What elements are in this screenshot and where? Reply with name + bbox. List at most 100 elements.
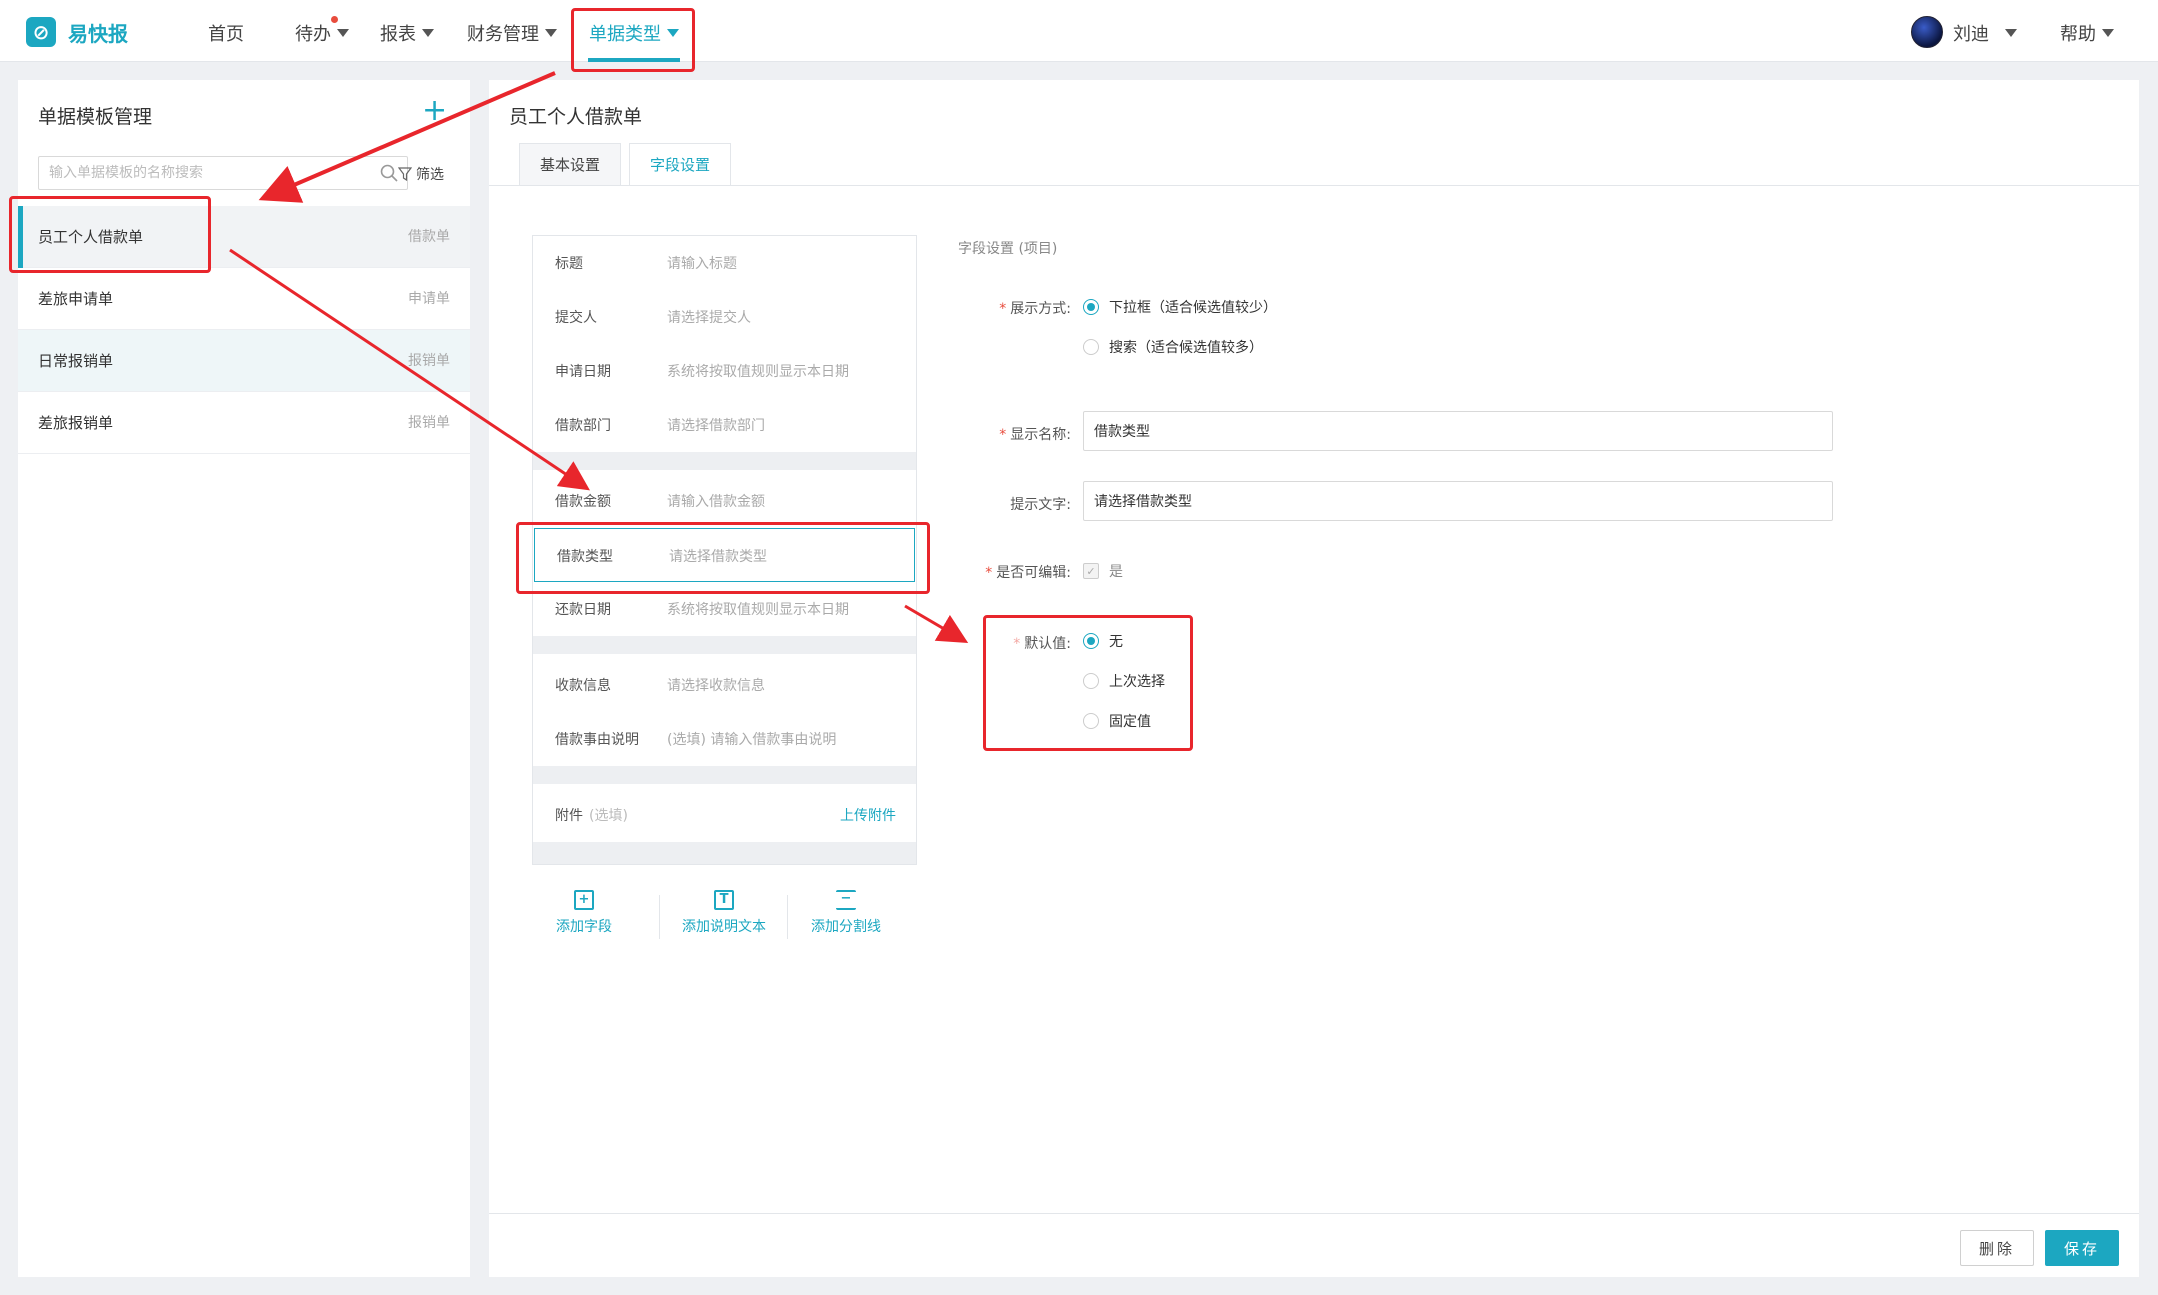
upload-attachment-link[interactable]: 上传附件 <box>840 805 896 825</box>
form-divider <box>533 452 916 470</box>
annotation-box-template <box>9 196 211 273</box>
field-placeholder: 系统将按取值规则显示本日期 <box>667 602 849 618</box>
hint-text-label: 提示文字: <box>1010 497 1071 513</box>
nav-todo-label: 待办 <box>295 24 331 45</box>
form-divider <box>533 636 916 654</box>
form-field[interactable]: 借款部门 请选择借款部门 <box>533 398 916 452</box>
annotation-box-field <box>516 522 930 594</box>
editable-label-text: 是否可编辑: <box>996 565 1071 581</box>
add-divider-button[interactable]: − 添加分割线 <box>801 890 891 936</box>
nav-help[interactable]: 帮助 <box>2060 20 2114 46</box>
field-placeholder: 请选择收款信息 <box>667 678 765 694</box>
field-label: 申请日期 <box>555 364 611 380</box>
add-text-button[interactable]: T 添加说明文本 <box>674 890 774 936</box>
form-field[interactable]: 申请日期 系统将按取值规则显示本日期 <box>533 344 916 398</box>
nav-home[interactable]: 首页 <box>208 20 244 46</box>
display-mode-option-label: 搜索（适合候选值较多） <box>1109 340 1263 356</box>
template-kind: 报销单 <box>408 353 450 369</box>
editable-checkbox[interactable]: ✓ 是 <box>1083 561 1123 581</box>
template-search <box>38 156 408 190</box>
required-mark: * <box>985 565 993 581</box>
field-placeholder: 系统将按取值规则显示本日期 <box>667 364 849 380</box>
display-name-label: * 显示名称: <box>963 424 1071 444</box>
add-template-icon[interactable]: + <box>422 96 447 126</box>
template-kind: 申请单 <box>408 291 450 307</box>
template-kind: 报销单 <box>408 415 450 431</box>
display-mode-label-text: 展示方式: <box>1010 301 1071 317</box>
toolbar-divider <box>787 895 788 939</box>
field-label: 提交人 <box>555 310 597 326</box>
attachment-optional: (选填) <box>589 808 628 824</box>
footer-divider <box>489 1213 2139 1214</box>
toolbar-divider <box>659 895 660 939</box>
logo-icon: ⊘ <box>26 17 56 47</box>
display-mode-dropdown-option[interactable]: 下拉框（适合候选值较少） <box>1083 297 1277 317</box>
avatar[interactable] <box>1911 16 1943 48</box>
hint-text-input[interactable]: 请选择借款类型 <box>1083 481 1833 521</box>
template-item[interactable]: 差旅申请单 申请单 <box>18 268 470 330</box>
template-editor-panel: 员工个人借款单 基本设置 字段设置 标题 请输入标题 提交人 请选择提交人 申请… <box>489 80 2139 1277</box>
add-field-button[interactable]: + 添加字段 <box>549 890 619 936</box>
field-placeholder: 请输入标题 <box>667 256 737 272</box>
notification-dot <box>331 16 338 23</box>
template-item[interactable]: 差旅报销单 报销单 <box>18 392 470 454</box>
chevron-down-icon <box>422 29 434 37</box>
user-name: 刘迪 <box>1953 24 1989 45</box>
chevron-down-icon <box>2005 29 2017 37</box>
form-field[interactable]: 提交人 请选择提交人 <box>533 290 916 344</box>
search-icon[interactable] <box>379 163 399 183</box>
editor-title: 员工个人借款单 <box>509 106 643 128</box>
attachment-label: 附件 (选填) <box>555 805 628 825</box>
required-mark: * <box>999 301 1007 317</box>
tabs-divider <box>489 185 2139 186</box>
attachment-field[interactable]: 附件 (选填) 上传附件 <box>533 788 916 842</box>
display-mode-search-option[interactable]: 搜索（适合候选值较多） <box>1083 337 1263 357</box>
annotation-box-default <box>983 615 1193 751</box>
field-placeholder: 请选择提交人 <box>667 310 751 326</box>
display-name-input[interactable]: 借款类型 <box>1083 411 1833 451</box>
delete-button[interactable]: 删除 <box>1960 1230 2034 1266</box>
form-field[interactable]: 收款信息 请选择收款信息 <box>533 658 916 712</box>
radio-icon <box>1083 339 1099 355</box>
form-divider <box>533 842 916 864</box>
filter-icon <box>398 167 412 181</box>
tab-field-settings[interactable]: 字段设置 <box>629 143 732 186</box>
display-mode-label: * 展示方式: <box>963 298 1071 318</box>
app-logo[interactable]: ⊘ 易快报 <box>26 17 128 47</box>
editor-tabs: 基本设置 字段设置 <box>519 143 739 186</box>
nav-todo[interactable]: 待办 <box>295 20 349 46</box>
template-item[interactable]: 日常报销单 报销单 <box>18 330 470 392</box>
template-search-input[interactable] <box>39 157 359 189</box>
field-label: 标题 <box>555 256 583 272</box>
save-button[interactable]: 保存 <box>2045 1230 2119 1266</box>
field-label: 借款部门 <box>555 418 611 434</box>
radio-icon <box>1083 299 1099 315</box>
display-mode-option-label: 下拉框（适合候选值较少） <box>1109 300 1277 316</box>
field-label: 还款日期 <box>555 602 611 618</box>
field-placeholder: (选填) 请输入借款事由说明 <box>667 732 837 748</box>
form-field[interactable]: 标题 请输入标题 <box>533 236 916 290</box>
template-panel-title: 单据模板管理 <box>38 106 153 128</box>
chevron-down-icon <box>2102 29 2114 37</box>
check-icon: ✓ <box>1083 563 1099 579</box>
field-label: 收款信息 <box>555 678 611 694</box>
filter-button[interactable]: 筛选 <box>398 164 444 184</box>
editable-value: 是 <box>1109 564 1123 580</box>
form-divider <box>533 766 916 784</box>
user-menu[interactable]: 刘迪 <box>1953 20 2017 46</box>
chevron-down-icon <box>337 29 349 37</box>
template-name: 日常报销单 <box>38 352 114 370</box>
template-name: 差旅报销单 <box>38 414 114 432</box>
nav-reports[interactable]: 报表 <box>380 20 434 46</box>
add-field-icon: + <box>574 890 594 910</box>
filter-label: 筛选 <box>416 167 444 183</box>
tab-basic-settings[interactable]: 基本设置 <box>519 143 622 186</box>
field-label: 借款金额 <box>555 494 611 510</box>
add-divider-label: 添加分割线 <box>811 919 881 935</box>
divider-icon: − <box>836 890 856 910</box>
nav-help-label: 帮助 <box>2060 24 2096 45</box>
form-field[interactable]: 借款事由说明 (选填) 请输入借款事由说明 <box>533 712 916 766</box>
nav-finance[interactable]: 财务管理 <box>467 20 557 46</box>
template-name: 差旅申请单 <box>38 290 114 308</box>
form-field[interactable]: 借款金额 请输入借款金额 <box>533 474 916 528</box>
